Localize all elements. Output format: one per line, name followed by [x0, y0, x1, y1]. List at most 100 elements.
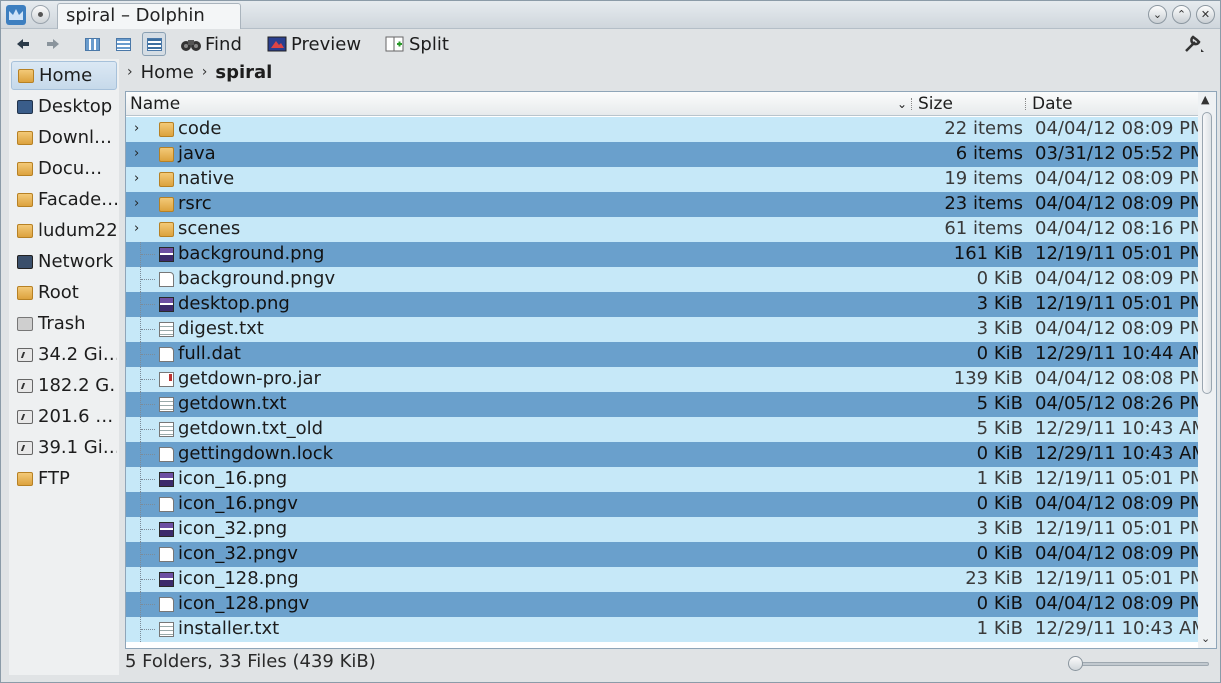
back-button[interactable] — [15, 32, 31, 56]
place-drive-4[interactable]: 39.1 Gi… — [11, 433, 117, 462]
table-row[interactable]: installer.txt 1 KiB 12/29/11 10:43 AM — [126, 617, 1207, 642]
expand-chevron-icon[interactable]: › — [134, 121, 139, 136]
details-view-button[interactable] — [142, 32, 166, 56]
home-folder-icon — [18, 68, 34, 83]
file-size: 0 KiB — [976, 493, 1023, 514]
place-ftp[interactable]: FTP — [11, 464, 117, 493]
place-drive-1[interactable]: 34.2 Gi… — [11, 340, 117, 369]
place-home[interactable]: Home — [11, 61, 117, 90]
text-file-icon — [159, 397, 174, 412]
breadcrumb-current[interactable]: spiral — [215, 62, 272, 83]
place-downloads[interactable]: Downl… — [11, 123, 117, 152]
window-title: spiral – Dolphin — [57, 3, 241, 29]
column-separator[interactable] — [1025, 98, 1027, 110]
control-menu-button[interactable] — [1182, 33, 1206, 55]
dolphin-app-icon[interactable] — [6, 5, 26, 25]
table-row[interactable]: getdown.txt 5 KiB 04/05/12 08:26 PM — [126, 392, 1206, 417]
image-file-icon — [159, 572, 174, 587]
table-row[interactable]: › native 19 items 04/04/12 08:09 PM — [126, 167, 1206, 192]
expand-chevron-icon[interactable]: › — [134, 196, 139, 211]
maximize-button[interactable]: ⌃ — [1172, 5, 1191, 24]
chevron-right-icon[interactable]: › — [127, 64, 133, 80]
table-row[interactable]: background.pngv 0 KiB 04/04/12 08:09 PM — [126, 267, 1206, 292]
table-row[interactable]: › scenes 61 items 04/04/12 08:16 PM — [126, 217, 1206, 242]
place-label: FTP — [38, 468, 70, 489]
table-row[interactable]: icon_32.png 3 KiB 12/19/11 05:01 PM — [126, 517, 1206, 542]
table-row[interactable]: getdown-pro.jar 139 KiB 04/04/12 08:08 PM — [126, 367, 1206, 392]
table-row[interactable]: › rsrc 23 items 04/04/12 08:09 PM — [126, 192, 1206, 217]
file-view[interactable]: Name ⌄ Size Date › code 22 items 04/04/12 0… — [125, 91, 1217, 649]
zoom-slider-handle[interactable] — [1068, 656, 1083, 671]
folder-icon — [17, 285, 33, 300]
file-size: 1 KiB — [976, 468, 1023, 489]
table-row[interactable]: gettingdown.lock 0 KiB 12/29/11 10:43 AM — [126, 442, 1207, 467]
place-drive-2[interactable]: 182.2 G… — [11, 371, 117, 400]
split-button[interactable]: Split — [385, 32, 449, 56]
column-name[interactable]: Name — [130, 94, 180, 114]
find-button[interactable]: Find — [181, 32, 242, 56]
minimize-button[interactable]: ⌄ — [1148, 5, 1167, 24]
zoom-slider[interactable] — [1068, 656, 1209, 671]
table-row[interactable]: getdown.txt_old 5 KiB 12/29/11 10:43 AM — [126, 417, 1207, 442]
place-root[interactable]: Root — [11, 278, 117, 307]
place-label: 201.6 … — [38, 406, 114, 427]
table-row[interactable]: background.png 161 KiB 12/19/11 05:01 PM — [126, 242, 1206, 267]
expand-chevron-icon[interactable]: › — [134, 171, 139, 186]
scroll-up-icon[interactable]: ▲ — [1201, 93, 1209, 106]
tree-line — [140, 442, 155, 467]
file-date: 04/04/12 08:09 PM — [1035, 168, 1206, 189]
table-row[interactable]: › code 22 items 04/04/12 08:09 PM — [126, 117, 1206, 142]
table-row[interactable]: › java 6 items 03/31/12 05:52 PM — [126, 142, 1206, 167]
window-menu-button[interactable] — [31, 5, 50, 24]
column-size[interactable]: Size — [918, 94, 953, 114]
tree-line — [140, 417, 155, 442]
title-bar[interactable]: spiral – Dolphin ⌄ ⌃ ✕ — [1, 1, 1220, 29]
compact-view-button[interactable] — [111, 32, 135, 56]
drive-icon — [17, 378, 33, 393]
table-row[interactable]: icon_32.pngv 0 KiB 04/04/12 08:09 PM — [126, 542, 1206, 567]
file-size: 22 items — [944, 118, 1023, 139]
table-row[interactable]: digest.txt 3 KiB 04/04/12 08:09 PM — [126, 317, 1206, 342]
close-button[interactable]: ✕ — [1196, 5, 1215, 24]
find-label: Find — [205, 33, 242, 55]
compact-view-icon — [116, 38, 131, 51]
table-row[interactable]: desktop.png 3 KiB 12/19/11 05:01 PM — [126, 292, 1206, 317]
table-row[interactable]: full.dat 0 KiB 12/29/11 10:44 AM — [126, 342, 1207, 367]
file-name: scenes — [178, 218, 241, 239]
place-documents[interactable]: Docu… — [11, 154, 117, 183]
expand-chevron-icon[interactable]: › — [134, 146, 139, 161]
doc-file-icon — [159, 347, 174, 362]
file-size: 0 KiB — [976, 543, 1023, 564]
table-row[interactable]: icon_128.png 23 KiB 12/19/11 05:01 PM — [126, 567, 1206, 592]
breadcrumb-home[interactable]: Home — [141, 62, 194, 83]
place-ludum22[interactable]: ludum22 — [11, 216, 117, 245]
file-size: 0 KiB — [976, 343, 1023, 364]
split-icon — [385, 36, 404, 52]
place-trash[interactable]: Trash — [11, 309, 117, 338]
place-facade[interactable]: Facade… — [11, 185, 117, 214]
preview-icon — [267, 36, 287, 52]
column-date[interactable]: Date — [1032, 94, 1073, 114]
column-separator[interactable] — [911, 98, 913, 110]
table-row[interactable]: icon_128.pngv 0 KiB 04/04/12 08:09 PM — [126, 592, 1206, 617]
forward-button[interactable] — [45, 32, 61, 56]
file-name: desktop.png — [178, 293, 290, 314]
doc-file-icon — [159, 272, 174, 287]
scroll-down-icon[interactable]: ⌄ — [1201, 632, 1210, 645]
expand-chevron-icon[interactable]: › — [134, 221, 139, 236]
file-date: 04/04/12 08:09 PM — [1035, 193, 1206, 214]
folder-file-icon — [159, 197, 174, 212]
icons-view-button[interactable] — [80, 32, 104, 56]
place-network[interactable]: Network — [11, 247, 117, 276]
tree-line — [140, 392, 155, 417]
scrollbar-thumb[interactable] — [1202, 112, 1212, 394]
preview-button[interactable]: Preview — [267, 32, 361, 56]
place-desktop[interactable]: Desktop — [11, 92, 117, 121]
chevron-right-icon[interactable]: › — [202, 64, 208, 80]
vertical-scrollbar[interactable]: ▲ ⌄ — [1198, 92, 1216, 648]
drive-icon — [17, 347, 33, 362]
table-row[interactable]: icon_16.pngv 0 KiB 04/04/12 08:09 PM — [126, 492, 1206, 517]
table-row[interactable]: icon_16.png 1 KiB 12/19/11 05:01 PM — [126, 467, 1206, 492]
file-size: 19 items — [944, 168, 1023, 189]
place-drive-3[interactable]: 201.6 … — [11, 402, 117, 431]
